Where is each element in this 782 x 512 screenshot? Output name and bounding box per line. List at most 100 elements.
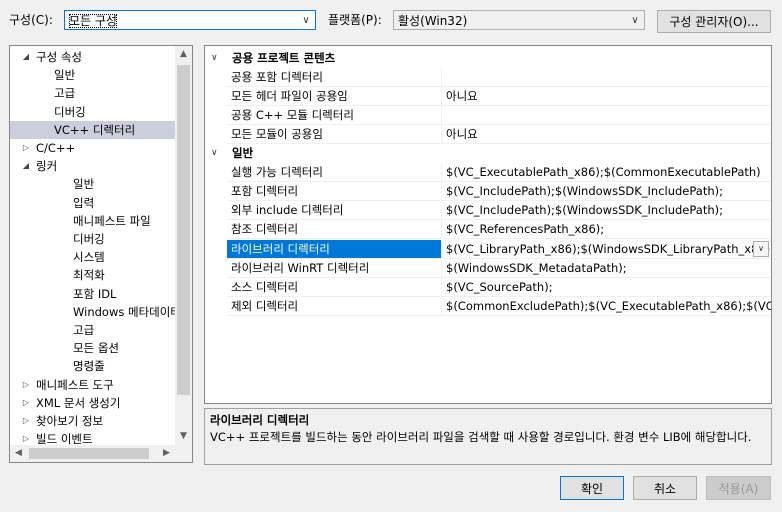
tree-item[interactable]: 포함 IDL bbox=[10, 285, 175, 303]
tree-item[interactable]: ▷ C/C++ bbox=[10, 139, 175, 157]
property-value[interactable]: $(VC_IncludePath);$(WindowsSDK_IncludePa… bbox=[441, 201, 771, 221]
property-value-text: 아니요 bbox=[446, 127, 478, 142]
expand-arrow-icon[interactable]: ▷ bbox=[20, 139, 32, 157]
tree-item-label: 고급 bbox=[73, 323, 95, 337]
collapse-icon[interactable]: ∨ bbox=[211, 144, 218, 163]
property-value[interactable]: 아니요 bbox=[441, 87, 771, 107]
expand-arrow-icon[interactable]: ▷ bbox=[20, 412, 32, 430]
platform-combobox[interactable]: 활성(Win32) ∨ bbox=[393, 10, 645, 30]
property-row[interactable]: 참조 디렉터리 $(VC_ReferencesPath_x86); bbox=[205, 220, 771, 240]
property-value[interactable]: $(WindowsSDK_MetadataPath); bbox=[441, 258, 771, 278]
scrollbar-corner bbox=[175, 445, 192, 462]
tree-item[interactable]: Windows 메타데이터 bbox=[10, 303, 181, 321]
scroll-thumb[interactable] bbox=[29, 448, 149, 459]
tree-item[interactable]: 모든 옵션 bbox=[10, 339, 175, 357]
property-name[interactable]: 라이브러리 WinRT 디렉터리 bbox=[227, 259, 441, 278]
collapse-icon[interactable]: ∨ bbox=[211, 49, 218, 68]
property-row[interactable]: 제외 디렉터리 $(CommonExcludePath);$(VC_Executa… bbox=[205, 297, 771, 317]
scroll-down-icon[interactable]: ▼ bbox=[175, 428, 192, 445]
property-value-text: $(VC_ExecutablePath_x86);$(CommonExecuta… bbox=[446, 165, 761, 179]
property-name[interactable]: 포함 디렉터리 bbox=[227, 182, 441, 202]
property-name[interactable]: 외부 include 디렉터리 bbox=[227, 201, 441, 221]
chevron-down-icon[interactable]: ∨ bbox=[626, 15, 644, 26]
scroll-thumb[interactable] bbox=[177, 65, 190, 395]
chevron-down-icon[interactable]: ∨ bbox=[297, 15, 315, 26]
property-value[interactable] bbox=[441, 68, 771, 87]
property-row[interactable]: 라이브러리 디렉터리 $(VC_LibraryPath_x86);$(Window… bbox=[205, 239, 771, 259]
property-value-text: $(VC_SourcePath); bbox=[446, 279, 553, 294]
property-row[interactable]: 라이브러리 WinRT 디렉터리 $(WindowsSDK_MetadataPat… bbox=[205, 258, 771, 278]
apply-button[interactable]: 적용(A) bbox=[706, 476, 771, 500]
tree-item[interactable]: VC++ 디렉터리 bbox=[10, 120, 175, 139]
description-panel: 라이브러리 디렉터리 VC++ 프로젝트를 빌드하는 동안 라이브러리 파일을 … bbox=[204, 408, 772, 465]
property-name[interactable]: 모든 헤더 파일이 공용임 bbox=[227, 87, 441, 107]
tree-item[interactable]: ◢ 링커 bbox=[10, 157, 175, 175]
tree-item[interactable]: 입력 bbox=[10, 194, 175, 212]
tree-item[interactable]: ▷ 찾아보기 정보 bbox=[10, 412, 175, 430]
tree-item-label: 최적화 bbox=[73, 268, 105, 283]
property-value[interactable]: $(CommonExcludePath);$(VC_ExecutablePath… bbox=[441, 297, 771, 317]
property-name[interactable]: 제외 디렉터리 bbox=[227, 297, 441, 317]
property-row[interactable]: 공용 포함 디렉터리 bbox=[205, 68, 771, 87]
tree-item-label: 일반 bbox=[73, 177, 95, 192]
property-name[interactable]: 참조 디렉터리 bbox=[227, 220, 441, 240]
scroll-up-icon[interactable]: ▲ bbox=[175, 46, 192, 63]
tree-vertical-scrollbar[interactable]: ▲ ▼ bbox=[175, 46, 192, 445]
property-name[interactable]: 소스 디렉터리 bbox=[227, 278, 441, 297]
property-row[interactable]: 외부 include 디렉터리 $(VC_IncludePath);$(Windo… bbox=[205, 201, 771, 221]
property-row[interactable]: 모든 모듈이 공용임 아니요 bbox=[205, 125, 771, 145]
tree-item[interactable]: 고급 bbox=[10, 321, 175, 339]
tree-item[interactable]: 시스템 bbox=[10, 248, 175, 266]
property-value[interactable]: $(VC_ReferencesPath_x86); bbox=[441, 220, 771, 240]
property-grid[interactable]: ∨ 공용 프로젝트 콘텐츠 공용 포함 디렉터리 모든 헤더 파일이 공용임 아니요… bbox=[204, 45, 772, 404]
tree-item[interactable]: 고급 bbox=[10, 84, 175, 102]
scroll-left-icon[interactable]: ◀ bbox=[10, 445, 27, 462]
tree-item[interactable]: 일반 bbox=[10, 66, 175, 84]
collapse-arrow-icon[interactable]: ◢ bbox=[20, 48, 32, 66]
tree-item-label: 디버깅 bbox=[54, 104, 86, 119]
property-row[interactable]: 실행 가능 디렉터리 $(VC_ExecutablePath_x86);$(Com… bbox=[205, 163, 771, 182]
tree-item[interactable]: 디버깅 bbox=[10, 230, 175, 248]
expand-arrow-icon[interactable]: ▷ bbox=[20, 376, 32, 394]
tree-item[interactable]: ◢ 구성 속성 bbox=[10, 48, 175, 66]
property-row[interactable]: 포함 디렉터리 $(VC_IncludePath);$(WindowsSDK_In… bbox=[205, 182, 771, 202]
property-name[interactable]: 실행 가능 디렉터리 bbox=[227, 163, 441, 182]
tree-item[interactable]: 명령줄 bbox=[10, 357, 175, 375]
property-value[interactable]: $(VC_SourcePath); bbox=[441, 277, 771, 297]
config-combobox[interactable]: 모든 구성 ∨ bbox=[64, 10, 316, 30]
cancel-button[interactable]: 취소 bbox=[633, 476, 697, 500]
tree-item[interactable]: 최적화 bbox=[10, 266, 175, 284]
tree-item-label: 고급 bbox=[54, 86, 76, 101]
category-general[interactable]: ∨ 일반 bbox=[205, 144, 771, 163]
property-value-text: $(VC_ReferencesPath_x86); bbox=[446, 222, 605, 237]
scroll-right-icon[interactable]: ▶ bbox=[158, 445, 175, 462]
property-value[interactable]: $(VC_ExecutablePath_x86);$(CommonExecuta… bbox=[441, 163, 771, 182]
property-value-text: $(VC_LibraryPath_x86);$(WindowsSDK_Libra… bbox=[446, 241, 771, 256]
property-row[interactable]: 모든 헤더 파일이 공용임 아니요 bbox=[205, 87, 771, 107]
category-public-project-content[interactable]: ∨ 공용 프로젝트 콘텐츠 bbox=[205, 49, 771, 68]
expand-arrow-icon[interactable]: ▷ bbox=[20, 394, 32, 412]
tree-item[interactable]: ▷ XML 문서 생성기 bbox=[10, 394, 175, 412]
tree-item[interactable]: 디버깅 bbox=[10, 103, 175, 121]
property-tree[interactable]: ◢ 구성 속성 일반 고급 디버깅 VC++ 디렉터리 ▷ C/C++ ◢ 링커 일반 입력 매니페스트… bbox=[9, 45, 193, 463]
tree-horizontal-scrollbar[interactable]: ◀ ▶ bbox=[10, 445, 175, 462]
config-manager-button[interactable]: 구성 관리자(O)... bbox=[657, 10, 771, 33]
property-value[interactable]: $(VC_IncludePath);$(WindowsSDK_IncludePa… bbox=[441, 182, 771, 202]
property-value[interactable]: $(VC_LibraryPath_x86);$(WindowsSDK_Libra… bbox=[441, 239, 771, 259]
property-row[interactable]: 공용 C++ 모듈 디렉터리 bbox=[205, 106, 771, 126]
tree-item[interactable]: 매니페스트 파일 bbox=[10, 212, 175, 230]
property-name[interactable]: 모든 모듈이 공용임 bbox=[227, 125, 441, 145]
collapse-arrow-icon[interactable]: ◢ bbox=[20, 157, 32, 175]
ok-button[interactable]: 확인 bbox=[560, 476, 624, 500]
platform-label: 플랫폼(P): bbox=[328, 13, 382, 27]
property-name[interactable]: 공용 C++ 모듈 디렉터리 bbox=[227, 106, 441, 126]
property-value[interactable] bbox=[441, 106, 771, 126]
property-name[interactable]: 공용 포함 디렉터리 bbox=[227, 68, 441, 87]
chevron-down-icon[interactable]: ∨ bbox=[753, 240, 769, 257]
property-row[interactable]: 소스 디렉터리 $(VC_SourcePath); bbox=[205, 277, 771, 297]
property-name[interactable]: 라이브러리 디렉터리 bbox=[227, 239, 441, 259]
tree-item[interactable]: ▷ 매니페스트 도구 bbox=[10, 376, 175, 394]
tree-item-label: 매니페스트 파일 bbox=[73, 213, 151, 228]
property-value[interactable]: 아니요 bbox=[441, 125, 771, 145]
tree-item[interactable]: 일반 bbox=[10, 175, 175, 193]
